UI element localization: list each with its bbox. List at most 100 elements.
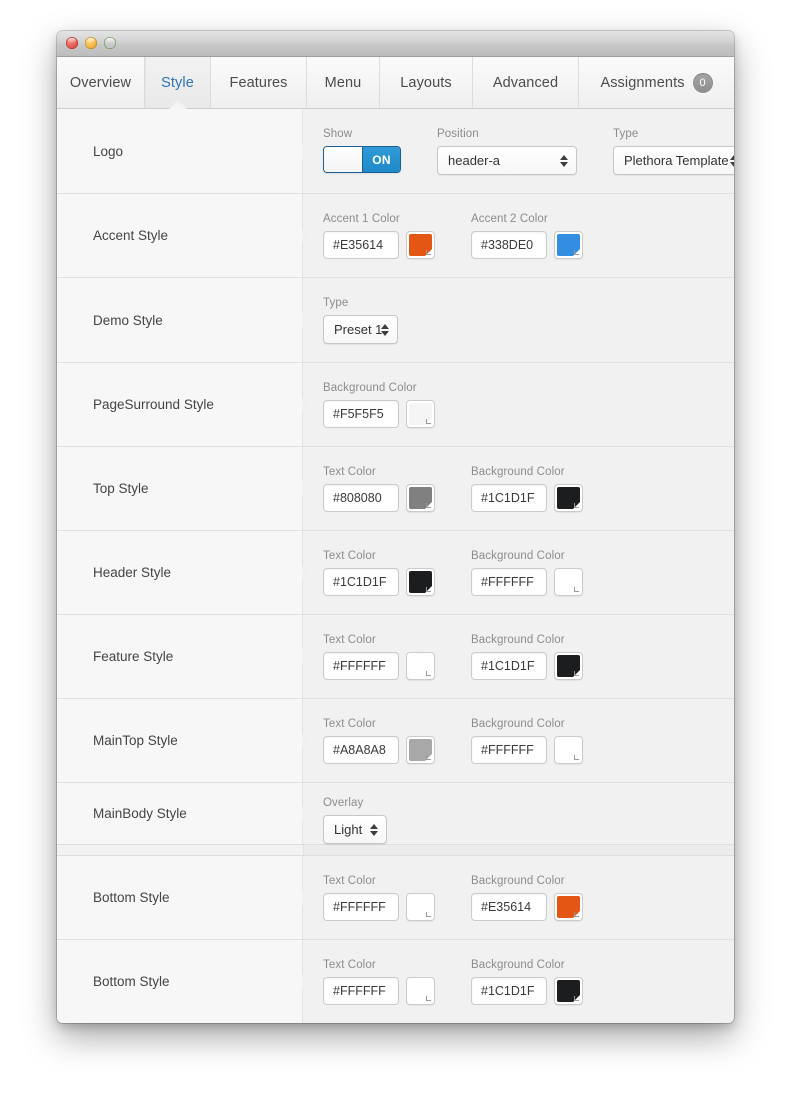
- field-label: Overlay: [323, 797, 364, 809]
- row-pagesurround-style: PageSurround Style Background Color #F5F…: [57, 363, 734, 447]
- stepper-arrows-icon: [381, 323, 389, 336]
- tab-assignments[interactable]: Assignments 0: [579, 57, 734, 108]
- tab-features[interactable]: Features: [211, 57, 307, 108]
- field-label: Background Color: [471, 466, 565, 478]
- row-label-maintop-style: MainTop Style: [57, 699, 309, 782]
- bottom2-text-hex-input[interactable]: #FFFFFF: [323, 977, 399, 1005]
- tab-menu[interactable]: Menu: [307, 57, 380, 108]
- field-label: Position: [437, 128, 479, 140]
- accent2-hex-input[interactable]: #338DE0: [471, 231, 547, 259]
- field-accent1: Accent 1 Color #E35614: [323, 213, 435, 259]
- field-logo-position: Position header-a: [437, 128, 577, 175]
- row-top-style: Top Style Text Color #808080 Background …: [57, 447, 734, 531]
- field-label: Accent 2 Color: [471, 213, 548, 225]
- tab-layouts[interactable]: Layouts: [380, 57, 473, 108]
- field-header-bg: Background Color #FFFFFF: [471, 550, 583, 596]
- feature-text-color-swatch[interactable]: [406, 652, 435, 680]
- accent2-color-swatch[interactable]: [554, 231, 583, 259]
- bottom2-bg-color-swatch[interactable]: [554, 977, 583, 1005]
- field-accent2: Accent 2 Color #338DE0: [471, 213, 583, 259]
- maintop-text-color-swatch[interactable]: [406, 736, 435, 764]
- header-text-color-swatch[interactable]: [406, 568, 435, 596]
- tab-advanced[interactable]: Advanced: [473, 57, 579, 108]
- top-bg-color-swatch[interactable]: [554, 484, 583, 512]
- stepper-arrows-icon: [370, 823, 378, 836]
- tab-bar: Overview Style Features Menu Layouts Adv…: [57, 57, 734, 109]
- bottom2-bg-hex-input[interactable]: #1C1D1F: [471, 977, 547, 1005]
- field-label: Text Color: [323, 875, 376, 887]
- pagesurround-bg-color-swatch[interactable]: [406, 400, 435, 428]
- bottom1-text-hex-input[interactable]: #FFFFFF: [323, 893, 399, 921]
- row-fields-maintop-style: Text Color #A8A8A8 Background Color #FFF…: [303, 699, 734, 782]
- feature-bg-hex-input[interactable]: #1C1D1F: [471, 652, 547, 680]
- field-maintop-text: Text Color #A8A8A8: [323, 718, 435, 764]
- field-label: Background Color: [471, 550, 565, 562]
- accent1-color-swatch[interactable]: [406, 231, 435, 259]
- row-label-pagesurround-style: PageSurround Style: [57, 363, 309, 446]
- feature-text-hex-input[interactable]: #FFFFFF: [323, 652, 399, 680]
- top-text-color-swatch[interactable]: [406, 484, 435, 512]
- field-label: Text Color: [323, 634, 376, 646]
- bottom2-text-color-swatch[interactable]: [406, 977, 435, 1005]
- row-fields-bottom-style-2: Text Color #FFFFFF Background Color #1C1…: [303, 940, 734, 1023]
- tab-style[interactable]: Style: [145, 57, 211, 108]
- row-bottom-style-2: Bottom Style Text Color #FFFFFF Backgrou…: [57, 940, 734, 1023]
- stepper-arrows-icon: [560, 154, 568, 167]
- maintop-bg-hex-input[interactable]: #FFFFFF: [471, 736, 547, 764]
- row-title: Bottom Style: [93, 890, 170, 905]
- header-bg-hex-input[interactable]: #FFFFFF: [471, 568, 547, 596]
- maintop-text-hex-input[interactable]: #A8A8A8: [323, 736, 399, 764]
- logo-show-toggle[interactable]: ON: [323, 146, 401, 173]
- feature-bg-color-swatch[interactable]: [554, 652, 583, 680]
- header-text-hex-input[interactable]: #1C1D1F: [323, 568, 399, 596]
- header-bg-color-swatch[interactable]: [554, 568, 583, 596]
- row-fields-pagesurround-style: Background Color #F5F5F5: [303, 363, 734, 446]
- mainbody-overlay-select[interactable]: Light: [323, 815, 387, 844]
- row-label-logo: Logo: [57, 109, 309, 193]
- field-bottom2-text: Text Color #FFFFFF: [323, 959, 435, 1005]
- row-fields-top-style: Text Color #808080 Background Color #1C1…: [303, 447, 734, 530]
- row-title: PageSurround Style: [93, 397, 214, 412]
- row-maintop-style: MainTop Style Text Color #A8A8A8 Backgro…: [57, 699, 734, 783]
- top-bg-hex-input[interactable]: #1C1D1F: [471, 484, 547, 512]
- row-title: Bottom Style: [93, 974, 170, 989]
- field-label: Background Color: [471, 634, 565, 646]
- field-top-bg: Background Color #1C1D1F: [471, 466, 583, 512]
- bottom1-bg-hex-input[interactable]: #E35614: [471, 893, 547, 921]
- bottom1-text-color-swatch[interactable]: [406, 893, 435, 921]
- maintop-bg-color-swatch[interactable]: [554, 736, 583, 764]
- row-logo: Logo Show ON Position header-a Type Plet…: [57, 109, 734, 194]
- toggle-knob: [324, 147, 363, 172]
- row-divider-strip: [57, 844, 734, 856]
- field-label: Text Color: [323, 959, 376, 971]
- tab-label: Assignments: [600, 74, 685, 91]
- style-settings-panel: Logo Show ON Position header-a Type Plet…: [57, 109, 734, 1023]
- tab-label: Features: [229, 74, 288, 91]
- demo-type-select[interactable]: Preset 1: [323, 315, 398, 344]
- tab-overview[interactable]: Overview: [57, 57, 145, 108]
- field-bottom2-bg: Background Color #1C1D1F: [471, 959, 583, 1005]
- bottom1-bg-color-swatch[interactable]: [554, 893, 583, 921]
- tab-label: Style: [161, 74, 194, 91]
- row-title: Feature Style: [93, 649, 174, 664]
- row-label-accent-style: Accent Style: [57, 194, 309, 277]
- maximize-window-icon[interactable]: [104, 37, 116, 49]
- field-pagesurround-bg: Background Color #F5F5F5: [323, 382, 435, 428]
- row-title: MainTop Style: [93, 733, 178, 748]
- field-logo-show: Show ON: [323, 128, 401, 173]
- row-label-feature-style: Feature Style: [57, 615, 309, 698]
- logo-position-select[interactable]: header-a: [437, 146, 577, 175]
- minimize-window-icon[interactable]: [85, 37, 97, 49]
- row-label-bottom-style-1: Bottom Style: [57, 856, 309, 939]
- top-text-hex-input[interactable]: #808080: [323, 484, 399, 512]
- field-label: Text Color: [323, 550, 376, 562]
- close-window-icon[interactable]: [66, 37, 78, 49]
- row-demo-style: Demo Style Type Preset 1: [57, 278, 734, 363]
- field-bottom1-bg: Background Color #E35614: [471, 875, 583, 921]
- row-title: Accent Style: [93, 228, 169, 243]
- logo-type-select[interactable]: Plethora Template: [613, 146, 734, 175]
- pagesurround-bg-hex-input[interactable]: #F5F5F5: [323, 400, 399, 428]
- row-feature-style: Feature Style Text Color #FFFFFF Backgro…: [57, 615, 734, 699]
- accent1-hex-input[interactable]: #E35614: [323, 231, 399, 259]
- field-maintop-bg: Background Color #FFFFFF: [471, 718, 583, 764]
